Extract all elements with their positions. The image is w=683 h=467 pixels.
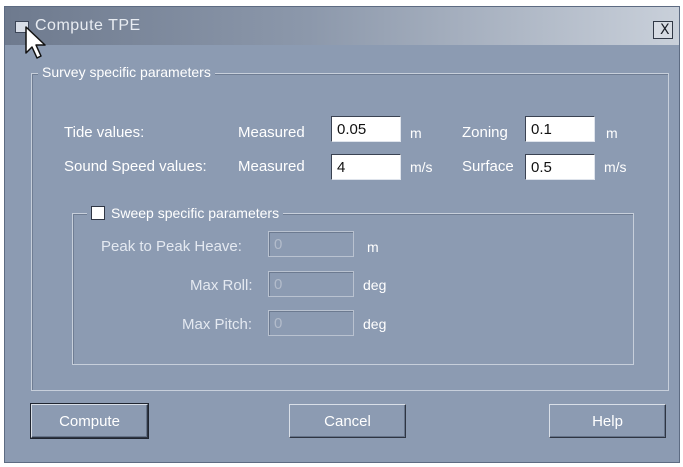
sound-speed-measured-label: Measured <box>238 158 305 175</box>
sweep-parameters-checkbox[interactable] <box>91 206 105 220</box>
max-pitch-input <box>268 310 354 336</box>
close-icon: X <box>660 22 670 38</box>
sound-speed-surface-unit: m/s <box>604 159 627 175</box>
survey-parameters-group: Survey specific parameters Tide values: … <box>31 64 669 391</box>
compute-button[interactable]: Compute <box>30 403 149 439</box>
max-pitch-label: Max Pitch: <box>182 316 253 333</box>
sound-speed-values-label: Sound Speed values: <box>64 158 207 175</box>
sweep-parameters-label: Sweep specific parameters <box>111 205 280 221</box>
sound-speed-surface-input[interactable] <box>525 154 595 180</box>
peak-heave-input <box>268 231 354 257</box>
tide-zoning-unit: m <box>606 125 618 141</box>
tide-zoning-input[interactable] <box>525 116 595 142</box>
survey-parameters-legend: Survey specific parameters <box>38 64 215 80</box>
peak-heave-label: Peak to Peak Heave: <box>101 238 242 255</box>
sound-speed-surface-label: Surface <box>462 158 514 175</box>
max-pitch-unit: deg <box>363 316 387 332</box>
peak-heave-unit: m <box>367 239 379 255</box>
cancel-button[interactable]: Cancel <box>289 404 406 438</box>
tide-values-label: Tide values: <box>64 124 145 141</box>
tide-zoning-label: Zoning <box>462 124 508 141</box>
sweep-parameters-group: Sweep specific parameters Peak to Peak H… <box>72 204 634 365</box>
sweep-parameters-legend: Sweep specific parameters <box>87 204 284 221</box>
tide-measured-input[interactable] <box>331 116 401 142</box>
close-button[interactable]: X <box>653 21 673 39</box>
sound-speed-measured-input[interactable] <box>331 154 401 180</box>
max-roll-label: Max Roll: <box>190 277 253 294</box>
tide-measured-unit: m <box>410 125 422 141</box>
sound-speed-measured-unit: m/s <box>410 159 433 175</box>
help-button[interactable]: Help <box>549 404 666 438</box>
compute-tpe-dialog: Compute TPE X Survey specific parameters… <box>4 6 680 463</box>
max-roll-input <box>268 271 354 297</box>
tide-measured-label: Measured <box>238 124 305 141</box>
max-roll-unit: deg <box>363 277 387 293</box>
title-bar[interactable]: Compute TPE X <box>5 7 679 45</box>
mouse-pointer-icon <box>25 26 46 59</box>
